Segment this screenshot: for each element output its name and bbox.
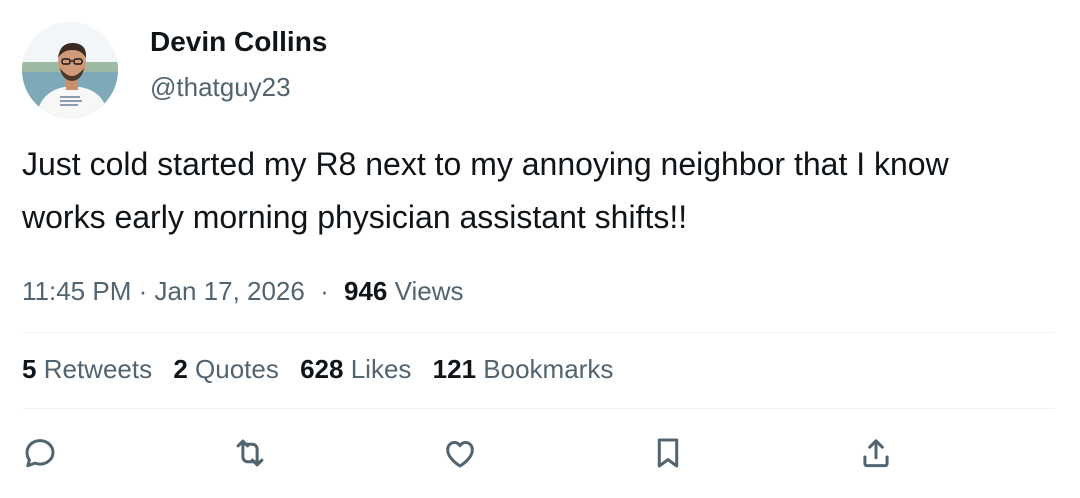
reply-icon (25, 439, 55, 468)
meta-separator-2: · (320, 276, 329, 306)
likes-count: 628 (300, 354, 344, 384)
share-icon (863, 439, 889, 468)
tweet-text-line-2: works early morning physician assistant … (22, 199, 688, 235)
user-handle[interactable]: @thatguy23 (150, 72, 291, 103)
like-icon (446, 441, 474, 468)
likes-stat[interactable]: 628 Likes (300, 354, 411, 384)
engagement-stats: 5 Retweets 2 Quotes 628 Likes 121 Bookma… (22, 354, 627, 385)
retweets-stat[interactable]: 5 Retweets (22, 354, 152, 384)
likes-label: Likes (350, 354, 412, 384)
like-button[interactable] (441, 434, 479, 472)
bookmarks-label: Bookmarks (483, 354, 614, 384)
divider-bottom (22, 408, 1054, 409)
retweet-button[interactable] (231, 434, 269, 472)
tweet-date[interactable]: Jan 17, 2026 (155, 276, 305, 306)
bookmarks-count: 121 (432, 354, 477, 384)
tweet-text-line-1: Just cold started my R8 next to my annoy… (22, 146, 949, 182)
bookmark-button[interactable] (649, 434, 687, 472)
retweets-label: Retweets (43, 354, 153, 384)
divider-top (22, 332, 1054, 333)
tweet-meta: 11:45 PM · Jan 17, 2026 · 946 Views (22, 276, 464, 307)
avatar-photo (22, 22, 118, 118)
avatar[interactable] (22, 22, 118, 118)
tweet-text: Just cold started my R8 next to my annoy… (22, 138, 1058, 244)
retweet-icon (236, 439, 264, 467)
bookmarks-stat[interactable]: 121 Bookmarks (433, 354, 614, 384)
quotes-label: Quotes (195, 354, 279, 384)
share-button[interactable] (857, 434, 895, 472)
display-name[interactable]: Devin Collins (150, 26, 327, 58)
quotes-stat[interactable]: 2 Quotes (173, 354, 279, 384)
bookmark-icon (657, 438, 679, 468)
reply-button[interactable] (21, 434, 59, 472)
quotes-count: 2 (173, 354, 188, 384)
views-label: Views (394, 276, 464, 306)
views-count: 946 (344, 276, 388, 306)
retweets-count: 5 (22, 354, 37, 384)
tweet-time[interactable]: 11:45 PM (22, 276, 131, 306)
meta-separator: · (138, 276, 148, 306)
